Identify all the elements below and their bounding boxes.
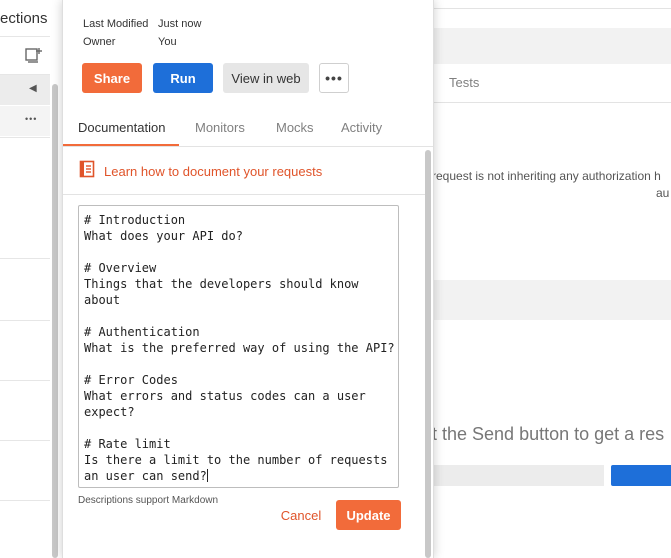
tab-documentation[interactable]: Documentation [78,120,165,135]
panel-tabs: Documentation Monitors Mocks Activity [63,112,433,147]
collections-sidebar: ections ◀ ••• [0,0,63,558]
request-info-popover: Last Modified Just now Owner You Share R… [62,0,434,558]
more-options-button[interactable]: ••• [319,63,349,93]
update-button[interactable]: Update [336,500,401,530]
active-tab-indicator [63,144,179,146]
tab-tests[interactable]: Tests [449,75,479,90]
tab-activity[interactable]: Activity [341,120,382,135]
new-collection-icon[interactable] [25,46,43,64]
editor-line: Is there a limit to the number of reques… [84,453,388,467]
request-area: Tests request is not inheriting any auth… [432,0,671,558]
editor-line: # Error Codes [84,373,178,387]
meta-value-last-modified: Just now [158,18,202,30]
editor-line: # Authentication [84,325,200,339]
more-icon[interactable]: ••• [25,114,37,124]
share-button[interactable]: Share [82,63,142,93]
tab-monitors[interactable]: Monitors [195,120,245,135]
send-hint: t the Send button to get a res [432,424,665,444]
editor-line: expect? [84,405,135,419]
documentation-editor[interactable]: # Introduction What does your API do? # O… [78,205,399,488]
editor-line: about [84,293,121,307]
editor-line: # Introduction [84,213,186,227]
response-action-button[interactable] [611,465,671,486]
meta-label-owner: Owner [83,36,116,48]
meta-label-last-modified: Last Modified [83,18,149,30]
editor-line: Things that the developers should know [84,277,359,291]
tab-mocks[interactable]: Mocks [276,120,314,135]
learn-docs-text[interactable]: Learn how to document your requests [104,164,322,179]
learn-docs-link[interactable]: Learn how to document your requests [79,160,322,183]
auth-message: request is not inheriting any authorizat… [432,169,661,183]
editor-line: What does your API do? [84,229,243,243]
collapse-arrow-icon[interactable]: ◀ [29,83,37,94]
editor-line: What is the preferred way of using the A… [84,341,395,355]
editor-line: # Overview [84,261,157,275]
sidebar-scrollbar[interactable] [52,84,58,558]
editor-line: an user can send? [84,469,208,483]
editor-line: # Rate limit [84,437,171,451]
editor-line: What errors and status codes can a user [84,389,366,403]
markdown-hint: Descriptions support Markdown [78,495,219,506]
cancel-button[interactable]: Cancel [275,500,327,530]
run-button[interactable]: Run [153,63,213,93]
documentation-icon [79,160,95,183]
view-in-web-button[interactable]: View in web [223,63,309,93]
response-bar [432,465,604,486]
panel-scrollbar[interactable] [425,150,431,558]
text-caret [206,469,208,482]
auth-message-cont: au [656,186,670,200]
sidebar-title: ections [0,10,48,27]
meta-value-owner: You [158,36,177,48]
